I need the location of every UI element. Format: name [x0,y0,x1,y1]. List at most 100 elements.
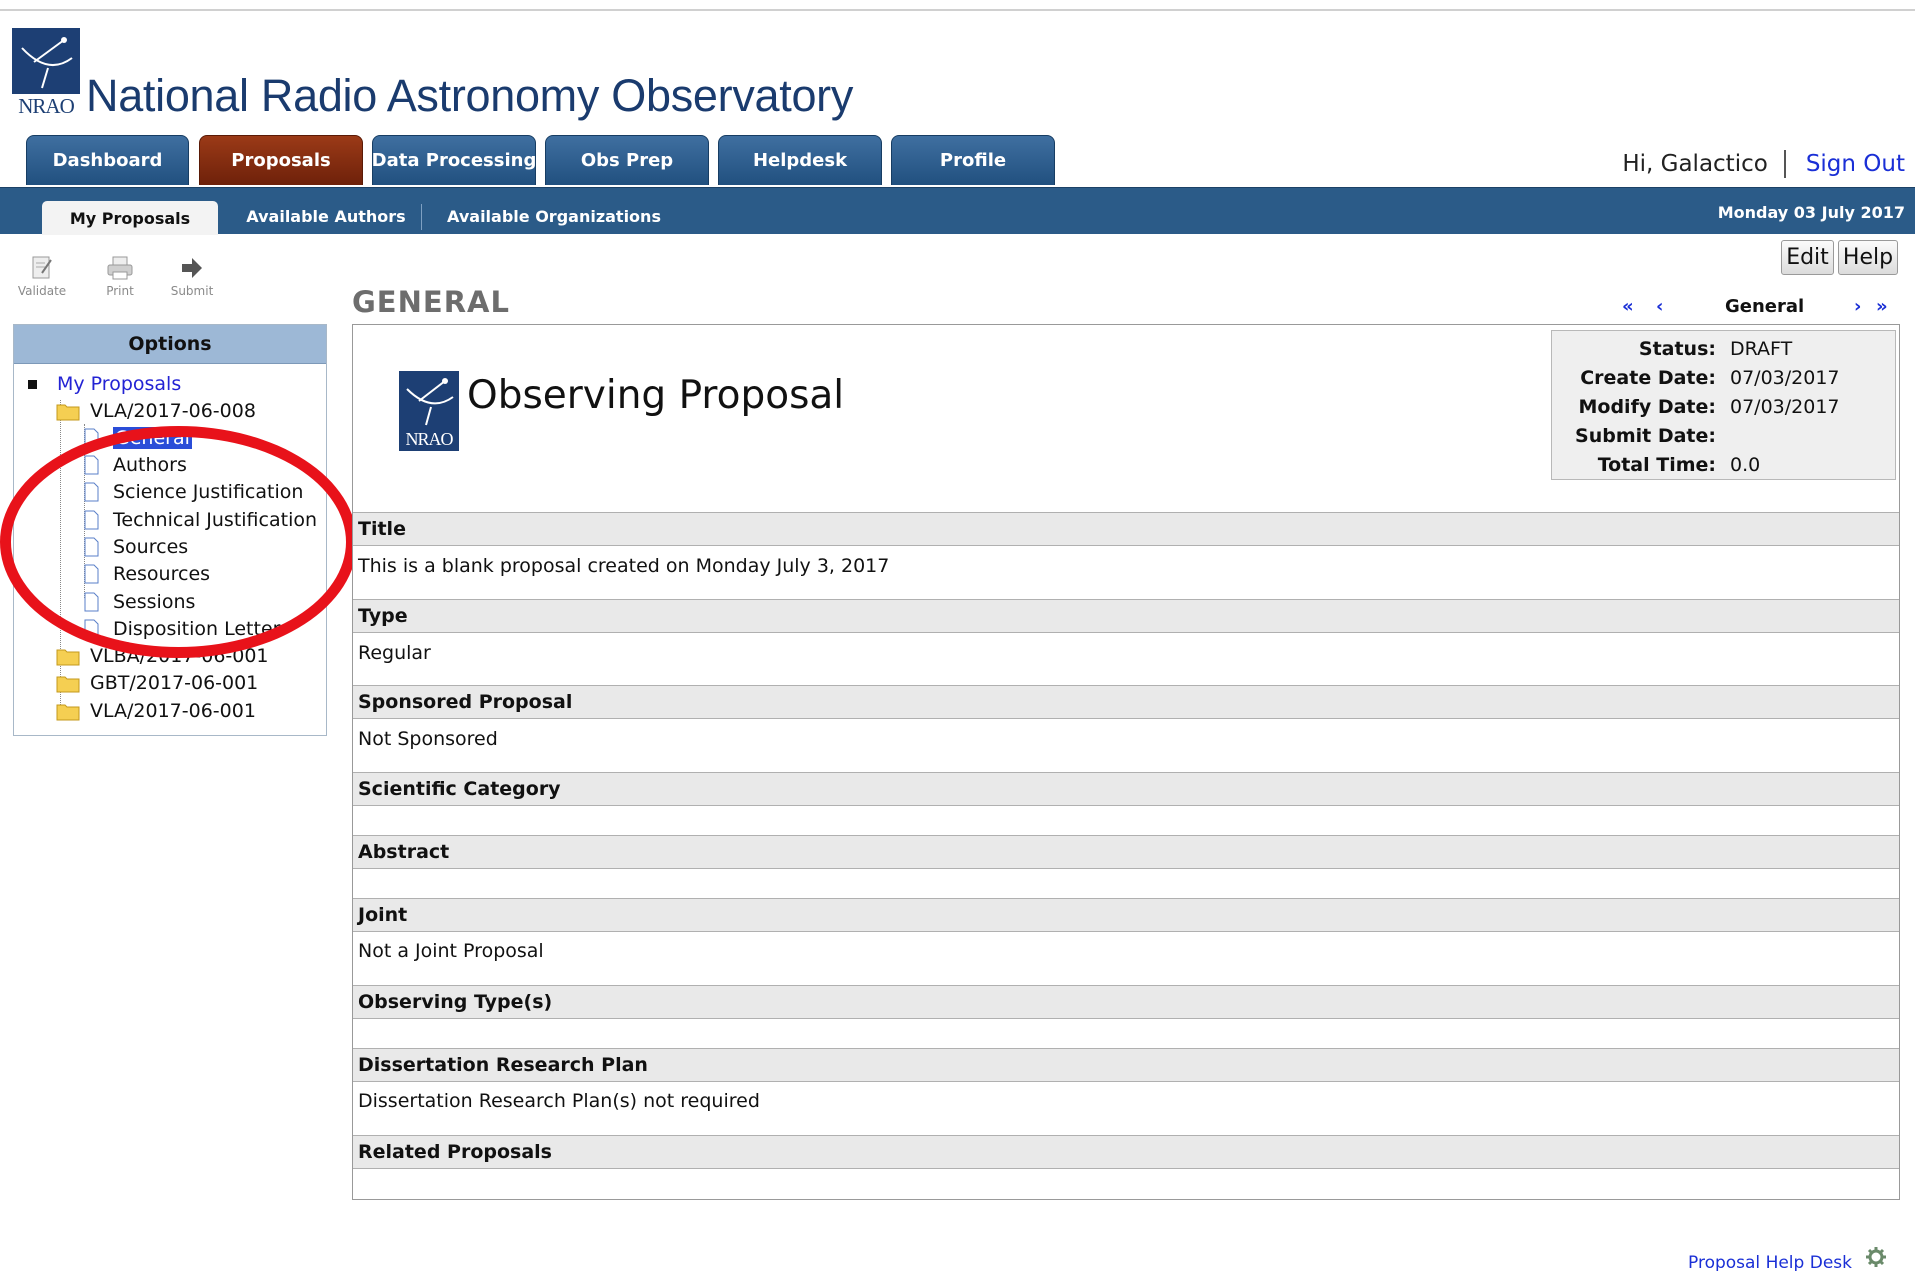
field-related-proposals-header: Related Proposals [353,1135,1899,1169]
page-label: Sessions [113,591,196,613]
field-type-value: Regular [358,642,431,664]
folder-label: VLA/2017-06-001 [90,700,256,722]
field-title-value: This is a blank proposal created on Mond… [358,555,890,577]
subtab-separator [421,204,422,230]
tree-folder-vla-2017-06-001[interactable]: VLA/2017-06-001 [56,698,256,724]
print-button[interactable]: Print [90,255,150,298]
field-joint-header: Joint [353,898,1899,932]
root-bullet-icon [28,379,37,389]
submit-arrow-icon [182,258,202,278]
modify-date-row: Modify Date: 07/03/2017 [1552,393,1897,421]
page-icon [84,482,99,502]
tree-folder-vlba-2017-06-001[interactable]: VLBA/2017-06-001 [56,643,269,669]
folder-icon [56,649,80,666]
page-label: Sources [113,536,189,558]
tree-page-general[interactable]: General [84,425,192,451]
user-greeting: Hi, Galactico [1622,151,1768,177]
page-icon [84,510,99,530]
help-button[interactable]: Help [1838,240,1898,275]
proposal-content: NRAO Observing Proposal Status: DRAFT Cr… [352,324,1900,1200]
submit-date-key: Submit Date: [1575,425,1716,447]
tree-root[interactable]: My Proposals [28,371,181,397]
tree-page-disposition-letter[interactable]: Disposition Letter [84,616,280,642]
total-time-key: Total Time: [1597,454,1716,476]
submit-date-row: Submit Date: [1552,422,1897,450]
options-panel: Options My Proposals VLA/2017-06-008 Gen… [13,324,327,736]
tab-obs-prep[interactable]: Obs Prep [545,135,709,185]
folder-label: GBT/2017-06-001 [90,672,259,694]
tab-data-processing[interactable]: Data Processing [372,135,536,185]
page-icon [84,619,99,639]
page-icon [84,564,99,584]
gear-icon[interactable] [1865,1246,1887,1268]
page-label: General [113,427,192,449]
sub-nav-bar: My Proposals Available Authors Available… [0,187,1915,235]
proposal-logo-text: NRAO [405,429,453,449]
subtab-my-proposals[interactable]: My Proposals [42,201,218,235]
tree-page-resources[interactable]: Resources [84,561,210,587]
user-separator [1783,150,1786,178]
pager-current-page: General [1725,296,1805,317]
status-row: Status: DRAFT [1552,335,1897,363]
field-sponsored-header: Sponsored Proposal [353,685,1899,719]
field-abstract-header: Abstract [353,835,1899,869]
site-title: National Radio Astronomy Observatory [86,70,854,121]
folder-icon [56,404,80,421]
page-label: Resources [113,563,211,585]
top-rule [0,9,1915,11]
tab-dashboard[interactable]: Dashboard [26,135,189,185]
pager-prev-button[interactable]: ‹ [1656,296,1663,317]
field-dissertation-value: Dissertation Research Plan(s) not requir… [358,1090,760,1112]
field-title-header: Title [353,512,1899,546]
options-heading: Options [14,325,326,364]
create-date-key: Create Date: [1580,367,1716,389]
folder-label: VLBA/2017-06-001 [90,645,269,667]
current-date: Monday 03 July 2017 [1717,203,1905,222]
pager-next-button[interactable]: › [1854,296,1861,317]
tab-helpdesk[interactable]: Helpdesk [718,135,882,185]
proposal-help-desk-link[interactable]: Proposal Help Desk [1688,1253,1852,1271]
sign-out-link[interactable]: Sign Out [1806,151,1905,177]
tree-root-label: My Proposals [57,373,182,395]
tree-page-authors[interactable]: Authors [84,452,187,478]
validate-icon [32,256,52,279]
field-scientific-category-header: Scientific Category [353,772,1899,806]
folder-icon [56,704,80,721]
tab-proposals[interactable]: Proposals [199,135,363,185]
tree-page-sessions[interactable]: Sessions [84,589,195,615]
page-icon [84,455,99,475]
validate-label: Validate [17,284,67,298]
status-box: Status: DRAFT Create Date: 07/03/2017 Mo… [1551,330,1896,480]
tree-page-technical-justification[interactable]: Technical Justification [84,507,317,533]
tree-folder-vla-2017-06-008[interactable]: VLA/2017-06-008 [56,398,256,424]
subtab-available-authors[interactable]: Available Authors [236,198,416,235]
tab-profile[interactable]: Profile [891,135,1055,185]
tree-page-science-justification[interactable]: Science Justification [84,479,303,505]
print-label: Print [106,284,134,298]
edit-button[interactable]: Edit [1781,240,1834,275]
validate-button[interactable]: Validate [12,255,72,298]
create-date-row: Create Date: 07/03/2017 [1552,364,1897,392]
pager-last-button[interactable]: » [1876,296,1888,317]
tree-folder-gbt-2017-06-001[interactable]: GBT/2017-06-001 [56,670,258,696]
page-label: Disposition Letter [113,618,281,640]
subtab-available-organizations[interactable]: Available Organizations [438,198,670,235]
modify-date-key: Modify Date: [1578,396,1717,418]
submit-button[interactable]: Submit [162,255,222,298]
page-icon [84,537,99,557]
status-value: DRAFT [1730,338,1793,360]
field-dissertation-header: Dissertation Research Plan [353,1048,1899,1082]
page-icon [84,592,99,612]
pager-first-button[interactable]: « [1622,296,1634,317]
total-time-row: Total Time: 0.0 [1552,451,1897,479]
logo-text: NRAO [18,94,75,118]
page-label: Technical Justification [113,509,318,531]
folder-label: VLA/2017-06-008 [90,400,256,422]
create-date-value: 07/03/2017 [1730,367,1840,389]
field-joint-value: Not a Joint Proposal [358,940,544,962]
modify-date-value: 07/03/2017 [1730,396,1840,418]
submit-label: Submit [170,284,214,298]
field-type-header: Type [353,599,1899,633]
section-title: GENERAL [352,285,510,319]
tree-page-sources[interactable]: Sources [84,534,188,560]
